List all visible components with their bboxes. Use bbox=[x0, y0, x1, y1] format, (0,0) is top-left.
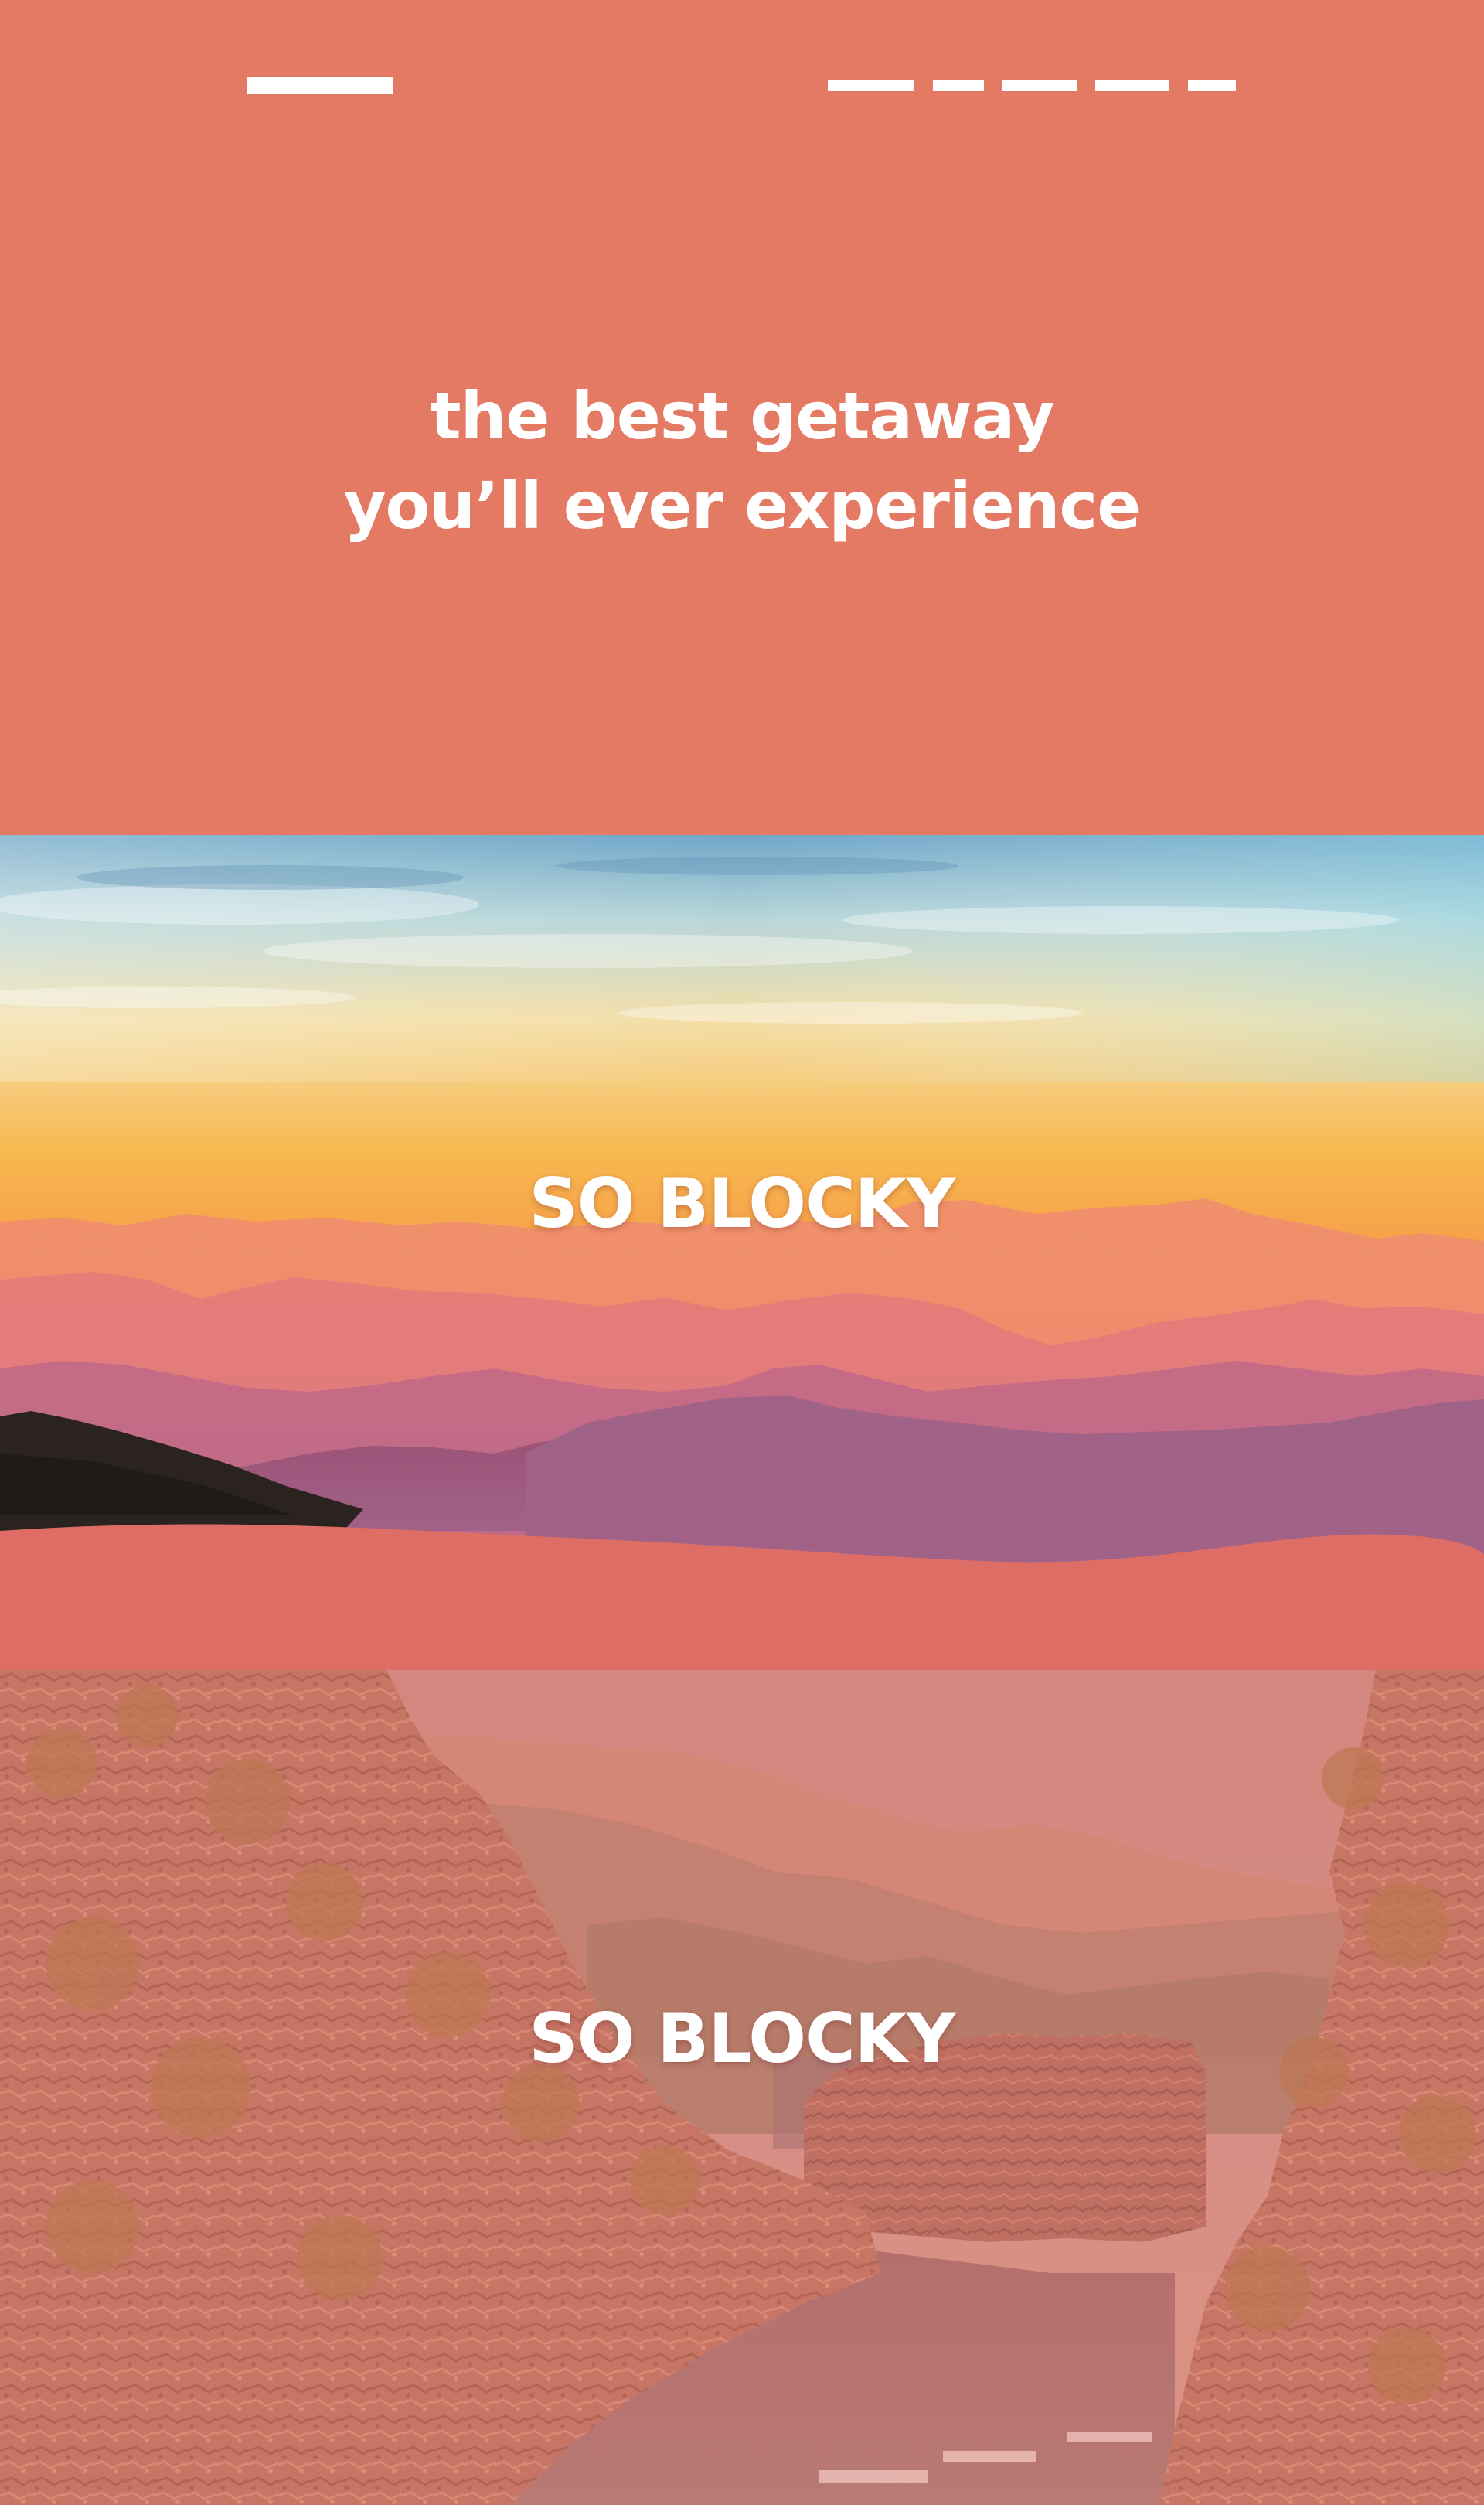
nav-menu-item[interactable] bbox=[828, 80, 914, 91]
nav-menu-item[interactable] bbox=[933, 80, 984, 91]
nav-menu-item[interactable] bbox=[1188, 80, 1236, 91]
hero-section: the best getaway you’ll ever experience bbox=[0, 0, 1484, 835]
page: the best getaway you’ll ever experience bbox=[0, 0, 1484, 2505]
nav-menu-item[interactable] bbox=[1002, 80, 1077, 91]
cliffs-section: SO BLOCKY bbox=[0, 1670, 1484, 2505]
mountain-sunset-image bbox=[0, 835, 1484, 1670]
section-title: SO BLOCKY bbox=[529, 1164, 955, 1243]
cliffs-lagoon-image bbox=[0, 1670, 1484, 2505]
logo-icon[interactable] bbox=[247, 77, 393, 94]
nav-menu bbox=[828, 80, 1236, 91]
nav-menu-item[interactable] bbox=[1095, 80, 1169, 91]
hero-title-line-2: you’ll ever experience bbox=[343, 468, 1141, 544]
mountain-section: SO BLOCKY bbox=[0, 835, 1484, 1670]
hero-title-line-1: the best getaway bbox=[430, 378, 1054, 454]
section-title: SO BLOCKY bbox=[529, 1999, 955, 2078]
hero-title: the best getaway you’ll ever experience bbox=[0, 371, 1484, 550]
top-navigation bbox=[0, 0, 1484, 155]
